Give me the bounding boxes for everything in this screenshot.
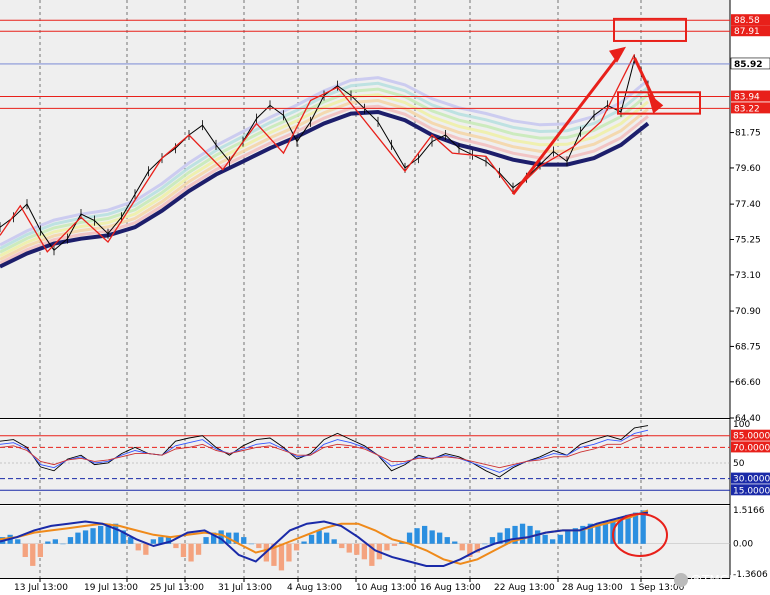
time-tick-label: 25 Jul 13:00 [150,583,204,593]
price-tick-label: 70.90 [735,307,761,317]
chart-svg: 64.4066.6068.7570.9073.1075.2577.4079.60… [0,0,770,595]
rsi-level-label: 70.0000 [733,443,770,453]
macd-histogram-bar [414,528,420,544]
rsi-level-label: 30.0000 [733,475,770,485]
macd-histogram-bar [37,543,43,557]
time-tick-label: 10 Aug 13:00 [356,583,417,593]
macd-histogram-bar [482,543,488,545]
macd-histogram-bar [286,543,292,562]
macd-histogram-bar [180,543,187,557]
macd-tick-label: 1.5166 [733,506,765,516]
macd-histogram-bar [422,525,428,544]
macd-histogram-bar [22,543,28,557]
price-tick-label: 68.75 [735,342,761,352]
price-label: 88.58 [734,16,760,26]
time-tick-label: 16 Aug 13:00 [420,583,481,593]
price-tick-label: 73.10 [735,271,761,281]
macd-histogram-bar [444,537,450,544]
macd-histogram-bar [195,543,202,555]
macd-histogram-bar [52,539,58,544]
price-label: 83.94 [734,93,760,103]
macd-histogram-bar [256,543,262,549]
macd-histogram-bar [98,525,104,544]
macd-histogram-bar [361,543,367,560]
watermark-icon [674,573,688,587]
macd-histogram-bar [113,523,119,544]
rsi-level-label: 15.0000 [733,486,770,496]
time-tick-label: 28 Aug 13:00 [562,583,623,593]
macd-histogram-bar [339,543,345,549]
macd-histogram-bar [60,543,66,545]
macd-histogram-bar [550,539,556,544]
price-tick-label: 77.40 [735,200,761,210]
macd-histogram-bar [331,539,337,544]
rsi-tick-label: 50 [733,459,745,469]
macd-histogram-bar [535,530,541,544]
macd-histogram-bar [316,530,322,544]
price-tick-label: 66.60 [735,378,761,388]
macd-histogram-bar [203,537,209,544]
time-tick-label: 4 Aug 13:00 [287,583,342,593]
macd-histogram-bar [324,532,330,544]
macd-histogram-bar [565,530,571,544]
time-tick-label: 31 Jul 13:00 [218,583,272,593]
macd-histogram-bar [346,543,352,553]
macd-histogram-bar [143,543,149,555]
macd-histogram-bar [527,525,533,544]
macd-histogram-bar [150,539,156,544]
chart-window: 64.40 66.60 68.75 70.90 73.10 75.25 77.40 79.60… [0,0,770,595]
price-tick-label: 75.25 [735,236,761,246]
time-tick-label: 13 Jul 13:00 [14,583,68,593]
time-tick-label: 19 Jul 13:00 [84,583,138,593]
macd-histogram-bar [459,543,465,551]
macd-histogram-bar [437,532,443,544]
macd-histogram-bar [293,543,300,551]
macd-histogram-bar [30,543,36,566]
price-label: 87.91 [734,27,760,37]
macd-histogram-bar [278,543,285,571]
macd-histogram-bar [640,510,646,544]
macd-histogram-bar [301,541,307,544]
macd-histogram-bar [67,537,74,544]
rsi-level-label: 85.0000 [733,432,770,442]
macd-histogram-bar [452,541,458,544]
macd-histogram-bar [406,532,413,544]
macd-histogram-bar [384,543,390,551]
price-tick-label: 81.75 [735,129,761,139]
macd-histogram-bar [45,541,51,544]
macd-histogram-bar [82,530,89,544]
macd-histogram-bar [519,523,526,544]
macd-histogram-bar [15,539,21,544]
macd-histogram-bar [188,543,194,562]
watermark-text: @TMGM [690,573,739,587]
macd-histogram-bar [354,543,360,555]
macd-histogram-bar [173,543,179,549]
macd-histogram-bar [75,532,81,544]
macd-histogram-bar [308,534,315,544]
macd-histogram-bar [248,543,254,545]
macd-histogram-bar [542,534,548,544]
rsi-tick-label: 100 [733,420,750,430]
macd-tick-label: 0.00 [733,540,753,550]
time-tick-label: 22 Aug 13:00 [494,583,555,593]
price-tick-label: 79.60 [735,164,761,174]
macd-histogram-bar [429,530,435,544]
price-label: 85.92 [734,60,762,70]
macd-histogram-bar [391,543,398,546]
macd-histogram-bar [632,512,639,544]
macd-histogram-bar [557,534,563,544]
price-label: 83.22 [734,104,760,114]
macd-histogram-bar [135,543,141,551]
macd-histogram-bar [90,528,96,544]
macd-histogram-bar [241,537,247,544]
